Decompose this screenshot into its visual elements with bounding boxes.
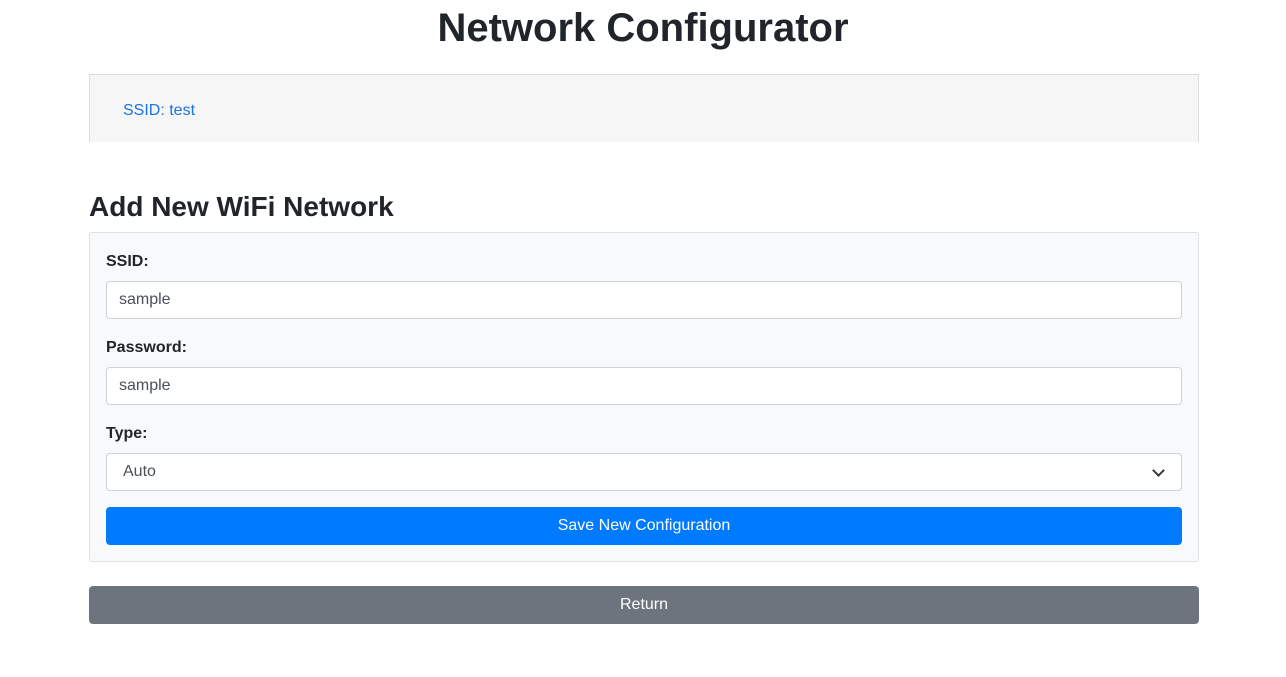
type-select-value: Auto: [123, 463, 156, 480]
return-button[interactable]: Return: [89, 586, 1199, 624]
chevron-down-icon: [1152, 463, 1165, 477]
add-network-heading: Add New WiFi Network: [89, 191, 394, 222]
save-configuration-button[interactable]: Save New Configuration: [106, 507, 1182, 545]
password-input[interactable]: [106, 367, 1182, 405]
saved-networks-panel: SSID: test: [89, 74, 1199, 142]
page-title: Network Configurator: [437, 6, 849, 50]
network-link-test[interactable]: SSID: test: [123, 102, 195, 120]
add-network-form: SSID: Password: Type: Auto Save New Conf…: [89, 232, 1199, 562]
type-select[interactable]: Auto: [106, 453, 1182, 491]
ssid-input[interactable]: [106, 281, 1182, 319]
password-label: Password:: [106, 339, 187, 356]
type-label: Type:: [106, 425, 148, 442]
ssid-label: SSID:: [106, 253, 149, 270]
